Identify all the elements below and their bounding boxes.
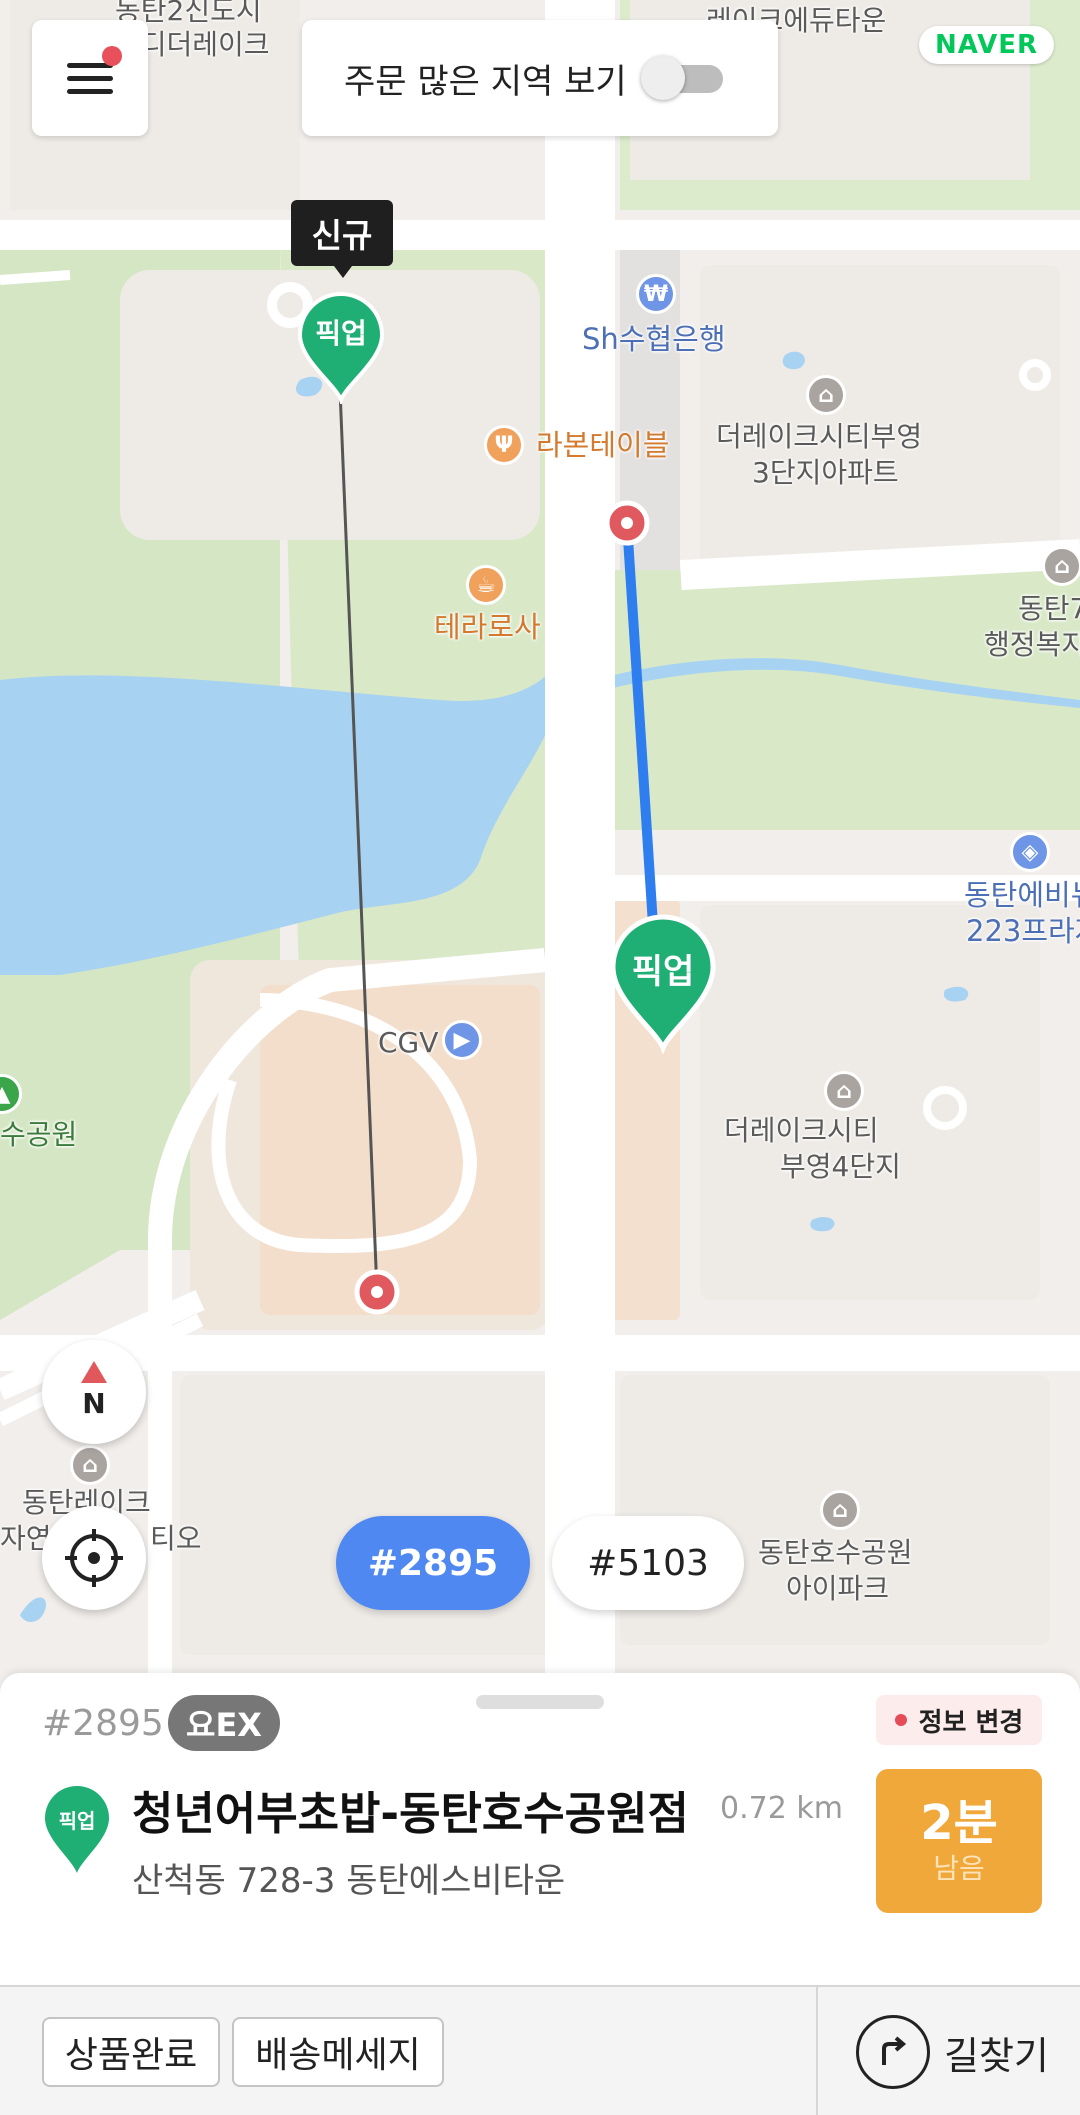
info-change-button[interactable]: 정보 변경 bbox=[876, 1695, 1042, 1745]
time-remaining-label: 남음 bbox=[933, 1852, 985, 1885]
notification-dot bbox=[102, 46, 122, 66]
order-detail-sheet[interactable]: #2895 요EX 정보 변경 픽업 청년어부초밥-동탄호수공원점 0.72 k… bbox=[0, 1673, 1080, 2115]
pickup-pin-label: 픽업 bbox=[631, 952, 695, 992]
pickup-pin-new[interactable]: 픽업 bbox=[296, 290, 386, 407]
order-density-switch[interactable] bbox=[640, 56, 725, 100]
map-label-civic[interactable]: 행정복지 bbox=[984, 628, 1080, 662]
map-label-cafe[interactable]: 테라로사 bbox=[434, 610, 541, 644]
menu-button[interactable] bbox=[32, 20, 148, 136]
compass-needle-icon bbox=[81, 1360, 107, 1383]
cinema-icon[interactable]: ▶ bbox=[442, 1020, 482, 1060]
store-address: 산척동 728-3 동탄에스비타운 bbox=[132, 1861, 566, 1901]
time-remaining-box: 2분 남음 bbox=[876, 1769, 1042, 1913]
divider bbox=[816, 1987, 818, 2115]
restaurant-icon[interactable]: Ψ bbox=[484, 425, 524, 465]
map-label-apartment[interactable]: 더레이크시티 bbox=[724, 1114, 879, 1148]
civic-center-icon[interactable]: ⌂ bbox=[1042, 546, 1080, 586]
sheet-drag-handle[interactable] bbox=[476, 1695, 604, 1709]
product-complete-button[interactable]: 상품완료 bbox=[42, 2017, 220, 2087]
map-label-cgv[interactable]: CGV bbox=[378, 1026, 438, 1060]
bank-icon[interactable]: ₩ bbox=[636, 274, 676, 314]
map-label-apartment[interactable]: 3단지아파트 bbox=[752, 456, 899, 490]
store-pickup-pin: 픽업 bbox=[42, 1783, 112, 1879]
switch-knob bbox=[640, 56, 685, 100]
store-name: 청년어부초밥-동탄호수공원점 bbox=[132, 1787, 689, 1840]
order-density-label: 주문 많은 지역 보기 bbox=[344, 61, 627, 102]
map-label-restaurant[interactable]: 라본테이블 bbox=[536, 428, 669, 462]
pickup-pin-label: 픽업 bbox=[315, 317, 367, 350]
turn-right-icon bbox=[856, 2015, 930, 2089]
apartment-icon[interactable]: ⌂ bbox=[824, 1071, 864, 1111]
action-bar: 상품완료 배송메세지 길찾기 bbox=[0, 1985, 1080, 2115]
delivery-tier-badge: 요EX bbox=[168, 1695, 280, 1751]
map-base bbox=[0, 0, 1080, 1675]
new-order-tag: 신규 bbox=[291, 200, 393, 278]
cafe-icon[interactable]: ☕ bbox=[466, 565, 506, 605]
map-label-apartment[interactable]: 티오 bbox=[150, 1522, 202, 1556]
map-label-apartment[interactable]: 아이파크 bbox=[786, 1572, 889, 1606]
map-label-bank[interactable]: Sh수협은행 bbox=[582, 322, 726, 356]
map-label-plaza[interactable]: 223프라자 bbox=[966, 914, 1080, 948]
order-number: #2895 bbox=[42, 1703, 164, 1744]
store-distance: 0.72 km bbox=[720, 1791, 843, 1826]
map-label-apartment[interactable]: 더레이크시티부영 bbox=[716, 420, 922, 454]
map-label-park[interactable]: 수공원 bbox=[0, 1118, 77, 1152]
delivery-message-button[interactable]: 배송메세지 bbox=[232, 2017, 444, 2087]
info-change-label: 정보 변경 bbox=[918, 1707, 1024, 1738]
navigate-label: 길찾기 bbox=[944, 2033, 1049, 2078]
shopping-icon[interactable]: ◈ bbox=[1010, 832, 1050, 872]
compass-north-label: N bbox=[82, 1386, 106, 1420]
apartment-icon[interactable]: ⌂ bbox=[806, 375, 846, 415]
naver-logo: NAVER bbox=[918, 26, 1054, 64]
order-chip-5103[interactable]: #5103 bbox=[552, 1516, 744, 1610]
my-location-button[interactable] bbox=[42, 1506, 146, 1610]
order-density-toggle-card[interactable]: 주문 많은 지역 보기 bbox=[302, 20, 778, 136]
compass-button[interactable]: N bbox=[42, 1340, 146, 1444]
crosshair-icon bbox=[65, 1529, 123, 1587]
map-label-plaza[interactable]: 동탄에비뉴 bbox=[964, 878, 1080, 912]
alert-dot bbox=[894, 1714, 907, 1726]
store-pin-label: 픽업 bbox=[58, 1809, 96, 1833]
apartment-icon[interactable]: ⌂ bbox=[820, 1490, 860, 1530]
map-label-apartment[interactable]: 부영4단지 bbox=[780, 1150, 901, 1184]
map-view[interactable]: ₩ ⌂ Ψ ☕ ⌂ ◈ ▶ ⌂ ⌂ ⌂ ▲ 동탄2신도시 스디더레이크 레이크에… bbox=[0, 0, 1080, 1675]
map-label-civic[interactable]: 동탄7 bbox=[1018, 592, 1080, 626]
apartment-icon[interactable]: ⌂ bbox=[70, 1445, 110, 1485]
order-chip-2895[interactable]: #2895 bbox=[336, 1516, 530, 1610]
navigate-button[interactable]: 길찾기 bbox=[856, 2013, 1049, 2091]
map-label-apartment[interactable]: 동탄호수공원 bbox=[758, 1536, 913, 1570]
pickup-pin-active[interactable]: 픽업 bbox=[608, 912, 718, 1055]
time-remaining-value: 2분 bbox=[920, 1795, 998, 1851]
